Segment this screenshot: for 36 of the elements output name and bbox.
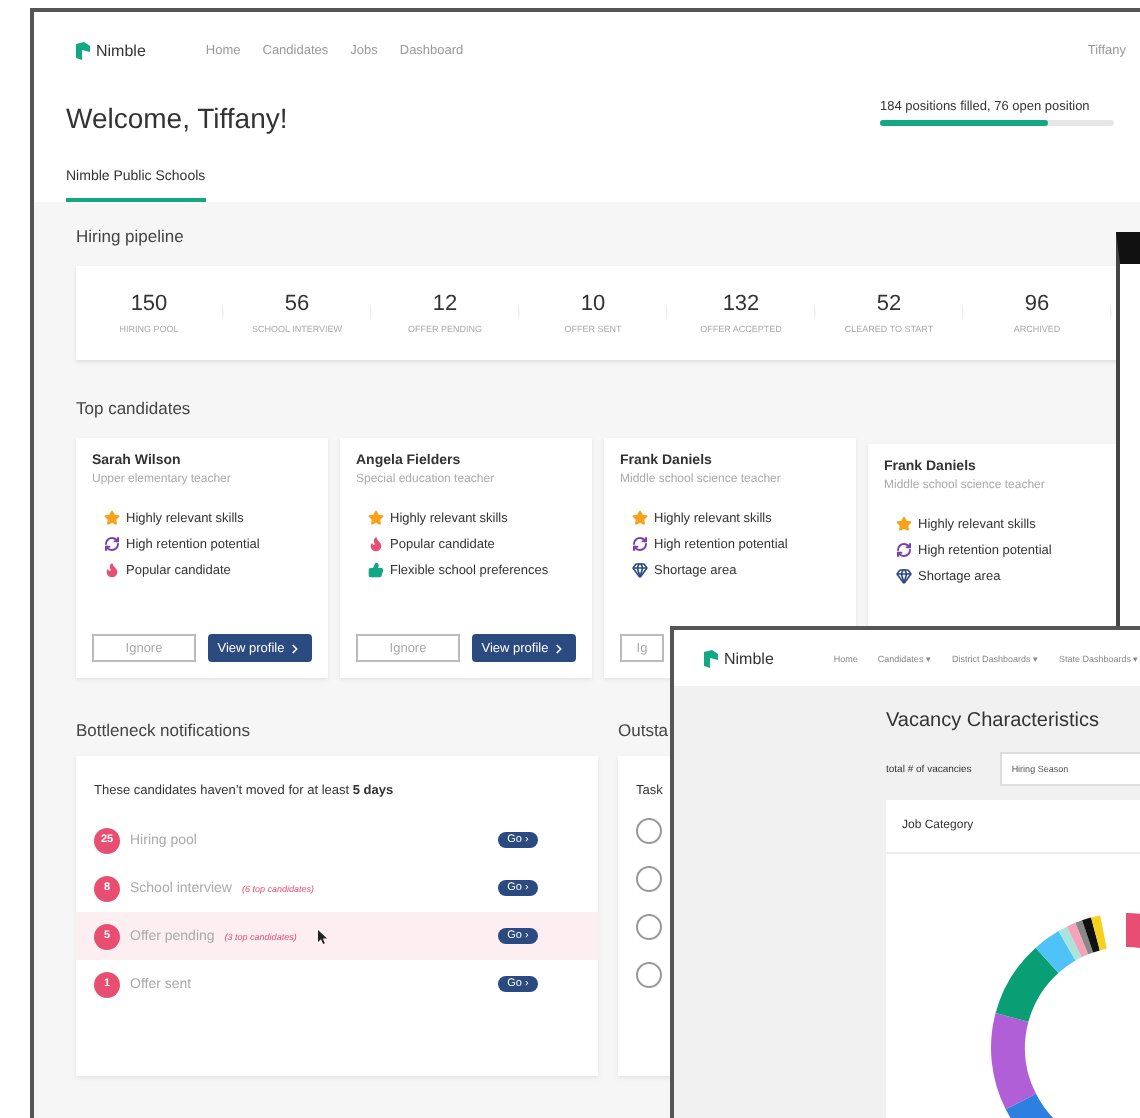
diamond-icon <box>632 562 648 578</box>
star-icon <box>368 510 384 526</box>
page-title: Vacancy Characteristics <box>886 710 1102 732</box>
stage-count: 56 <box>284 292 310 316</box>
refresh-icon <box>896 542 912 558</box>
task-radio[interactable] <box>636 962 662 988</box>
chevron-icon <box>552 641 567 655</box>
logo-icon <box>702 649 718 667</box>
section-title: Hiring pipeline <box>76 226 186 246</box>
star-icon <box>632 510 648 526</box>
stage-count: 96 <box>1024 292 1050 316</box>
stage-count: 12 <box>432 292 458 316</box>
stage-count: 150 <box>130 292 168 316</box>
task-radio[interactable] <box>636 818 662 844</box>
section-title: Top candidates <box>76 398 193 418</box>
star-icon <box>896 516 912 532</box>
logo-icon <box>74 41 90 59</box>
section-title: Bottleneck notifications <box>76 720 252 740</box>
brand-name: Nimble <box>96 41 146 59</box>
refresh-icon <box>632 536 648 552</box>
thumbs-up-icon <box>368 562 384 578</box>
stage-count: 52 <box>876 292 902 316</box>
section-title: Outsta <box>618 720 671 740</box>
flame-icon <box>104 562 120 578</box>
welcome-heading: Welcome, Tiffany! <box>66 102 288 134</box>
task-radio[interactable] <box>636 866 662 892</box>
refresh-icon <box>104 536 120 552</box>
chevron-icon <box>288 641 303 655</box>
flame-icon <box>368 536 384 552</box>
star-icon <box>104 510 120 526</box>
stage-count: 10 <box>580 292 606 316</box>
brand-name: Nimble <box>724 649 774 667</box>
stage-count: 132 <box>722 292 760 316</box>
task-radio[interactable] <box>636 914 662 940</box>
diamond-icon <box>896 568 912 584</box>
cursor-icon <box>318 929 329 943</box>
